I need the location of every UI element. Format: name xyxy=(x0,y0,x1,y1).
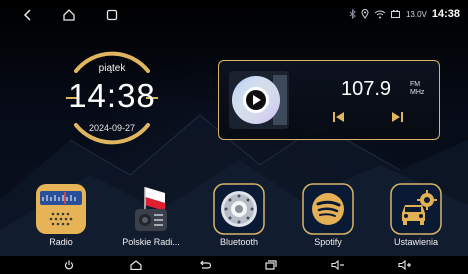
band-label: FM xyxy=(410,81,421,88)
app-bluetooth[interactable]: Bluetooth xyxy=(199,183,279,249)
status-indicators: 13.0V 14:38 xyxy=(349,8,460,20)
bluetooth-speaker-icon xyxy=(213,183,265,235)
back-return-icon[interactable] xyxy=(198,259,212,271)
app-polskie-radio[interactable]: Polskie Radi... xyxy=(111,183,191,249)
app-label: Radio xyxy=(49,237,73,247)
voltage-readout: 13.0V xyxy=(405,9,427,19)
clock-date: 2024-09-27 xyxy=(88,123,136,133)
app-label: Spotify xyxy=(314,237,342,247)
home-outline-icon[interactable] xyxy=(61,7,77,23)
previous-station-icon[interactable] xyxy=(332,111,346,123)
battery-voltage-icon xyxy=(390,10,400,18)
navigation-bar xyxy=(0,256,468,274)
radio-frequency: 107.9 xyxy=(341,78,392,100)
status-bar: 13.0V 14:38 xyxy=(0,0,468,34)
recents-icon[interactable] xyxy=(104,7,120,23)
app-label: Polskie Radi... xyxy=(122,237,180,247)
settings-car-icon xyxy=(390,183,442,235)
cd-album-art xyxy=(229,71,289,129)
clock-widget[interactable]: piątek 14:38 2024-09-27 xyxy=(56,44,168,152)
volume-up-icon[interactable] xyxy=(398,259,412,271)
app-spotify[interactable]: Spotify xyxy=(288,183,368,249)
radio-widget[interactable]: 107.9 FM MHz xyxy=(218,60,440,140)
volume-down-icon[interactable] xyxy=(331,259,345,271)
band-unit: MHz xyxy=(410,89,425,96)
app-label: Ustawienia xyxy=(393,237,439,247)
app-label: Bluetooth xyxy=(219,237,259,247)
home-screen: 13.0V 14:38 piątek 14:38 2024-09-27 107.… xyxy=(0,0,468,274)
app-radio[interactable]: Radio xyxy=(21,183,101,249)
radio-band: FM MHz xyxy=(410,81,424,97)
bluetooth-icon xyxy=(349,9,356,19)
spotify-icon xyxy=(302,183,354,235)
home-icon[interactable] xyxy=(129,259,143,271)
location-icon xyxy=(361,9,369,19)
polish-radio-icon xyxy=(135,187,167,231)
radio-app-icon xyxy=(36,184,86,234)
clock-weekday: piątek xyxy=(98,63,126,74)
recent-apps-icon[interactable] xyxy=(264,259,278,271)
back-icon[interactable] xyxy=(20,7,36,23)
app-ustawienia[interactable]: Ustawienia xyxy=(376,183,456,249)
next-station-icon[interactable] xyxy=(390,111,404,123)
wifi-icon xyxy=(374,10,386,18)
power-icon[interactable] xyxy=(62,259,76,271)
status-time: 14:38 xyxy=(431,8,460,20)
clock-time: 14:38 xyxy=(68,77,156,114)
